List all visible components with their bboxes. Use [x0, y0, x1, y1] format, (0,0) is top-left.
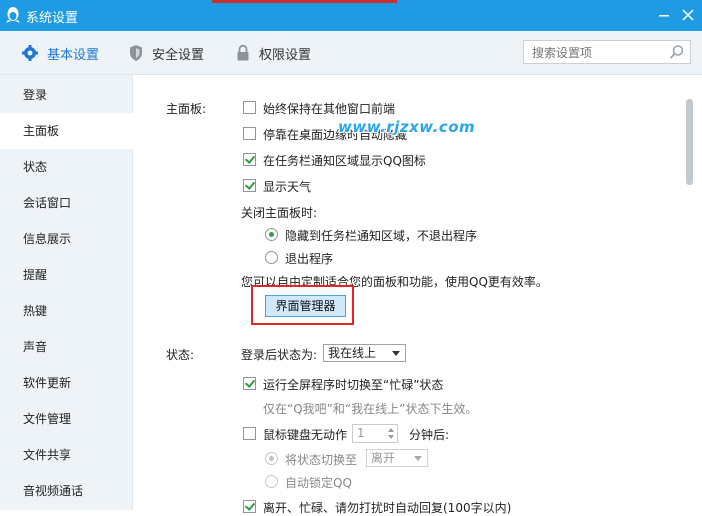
switch-status-value: 离开: [371, 451, 396, 465]
search-box[interactable]: [523, 40, 691, 64]
checkbox-show-weather[interactable]: [243, 179, 256, 192]
tab-security-settings-label: 安全设置: [152, 47, 205, 63]
qq-penguin-icon: [6, 7, 20, 23]
sidebar-item-login[interactable]: 登录: [0, 77, 132, 113]
tab-security-settings[interactable]: 安全设置: [128, 43, 204, 63]
window-title: 系统设置: [26, 11, 79, 26]
show-weather-label[interactable]: 显示天气: [263, 178, 311, 195]
stepper-down-icon[interactable]: [388, 435, 394, 439]
checkbox-idle-action[interactable]: [243, 427, 256, 440]
hide-to-tray-label[interactable]: 隐藏到任务栏通知区域，不退出程序: [285, 227, 477, 244]
sidebar-item-chat-window[interactable]: 会话窗口: [0, 185, 132, 221]
minimize-icon[interactable]: [656, 6, 672, 24]
checkbox-fullscreen-busy[interactable]: [243, 377, 256, 390]
search-icon[interactable]: [669, 44, 685, 60]
always-on-top-label[interactable]: 始终保持在其他窗口前端: [263, 100, 395, 117]
chevron-down-icon: [392, 351, 400, 356]
top-decoration-bar: [212, 0, 397, 3]
switch-status-label[interactable]: 将状态切换至: [285, 451, 357, 468]
radio-exit-program[interactable]: [265, 251, 278, 264]
exit-program-label[interactable]: 退出程序: [285, 250, 333, 267]
sidebar-item-status[interactable]: 状态: [0, 149, 132, 185]
radio-hide-to-tray[interactable]: [265, 228, 278, 241]
idle-label-prefix[interactable]: 鼠标键盘无动作: [263, 426, 347, 443]
login-status-value: 我在线上: [328, 346, 377, 360]
sidebar-item-file-management[interactable]: 文件管理: [0, 401, 132, 437]
sidebar-item-software-update[interactable]: 软件更新: [0, 365, 132, 401]
chevron-down-icon: [414, 456, 422, 461]
fullscreen-busy-label[interactable]: 运行全屏程序时切换至“忙碌”状态: [263, 376, 443, 393]
idle-label-suffix: 分钟后:: [409, 428, 450, 442]
vertical-scrollbar[interactable]: [686, 99, 693, 185]
tab-permission-settings[interactable]: 权限设置: [235, 43, 311, 63]
close-panel-label: 关闭主面板时:: [241, 206, 318, 220]
shield-icon: [130, 45, 142, 61]
top-tabs-bar: 基本设置 安全设置 权限设置: [0, 31, 702, 75]
auto-lock-label[interactable]: 自动锁定QQ: [285, 474, 352, 491]
lock-icon: [237, 44, 249, 61]
auto-reply-label[interactable]: 离开、忙碌、请勿打扰时自动回复(100字以内): [263, 499, 511, 516]
sidebar-item-reminder[interactable]: 提醒: [0, 257, 132, 293]
close-icon[interactable]: [680, 6, 696, 24]
search-input[interactable]: [530, 42, 674, 64]
title-bar: 系统设置: [0, 0, 702, 31]
checkbox-always-on-top[interactable]: [243, 101, 256, 114]
sidebar-item-info-display[interactable]: 信息展示: [0, 221, 132, 257]
tab-basic-settings-label: 基本设置: [47, 47, 100, 63]
tray-icon-label[interactable]: 在任务栏通知区域显示QQ图标: [263, 152, 426, 169]
login-status-select[interactable]: 我在线上: [323, 344, 406, 362]
radio-auto-lock[interactable]: [265, 475, 278, 488]
stepper-up-icon[interactable]: [388, 428, 394, 432]
fullscreen-busy-note: 仅在“Q我吧”和“我在线上”状态下生效。: [263, 402, 478, 416]
sidebar-item-hotkeys[interactable]: 热键: [0, 293, 132, 329]
switch-status-select[interactable]: 离开: [366, 449, 428, 467]
tab-basic-settings[interactable]: 基本设置: [21, 43, 99, 63]
settings-content: 主面板: 始终保持在其他窗口前端 停靠在桌面边缘时自动隐藏 www.rjzxw.…: [133, 75, 702, 515]
sidebar-item-file-sharing[interactable]: 文件共享: [0, 437, 132, 473]
checkbox-auto-hide[interactable]: [243, 127, 256, 140]
gear-icon: [22, 45, 38, 61]
sidebar-item-av-calls[interactable]: 音视频通话: [0, 473, 132, 509]
login-status-label: 登录后状态为:: [241, 348, 318, 362]
settings-sidebar: 登录 主面板 状态 会话窗口 信息展示 提醒 热键 声音 软件更新 文件管理 文…: [0, 75, 133, 510]
main-panel-section-label: 主面板:: [166, 102, 207, 116]
interface-manager-button[interactable]: 界面管理器: [265, 295, 346, 317]
checkbox-auto-reply[interactable]: [243, 500, 256, 513]
tab-permission-settings-label: 权限设置: [259, 47, 312, 63]
sidebar-item-sound[interactable]: 声音: [0, 329, 132, 365]
idle-minutes-stepper[interactable]: 1: [352, 424, 398, 443]
watermark: www.rjzxw.com: [338, 118, 476, 136]
status-section-label: 状态:: [166, 348, 195, 362]
highlight-box: 界面管理器: [251, 285, 354, 325]
radio-switch-status[interactable]: [265, 452, 278, 465]
idle-minutes-value: 1: [357, 426, 365, 440]
checkbox-tray-icon[interactable]: [243, 153, 256, 166]
sidebar-item-main-panel[interactable]: 主面板: [0, 113, 133, 149]
